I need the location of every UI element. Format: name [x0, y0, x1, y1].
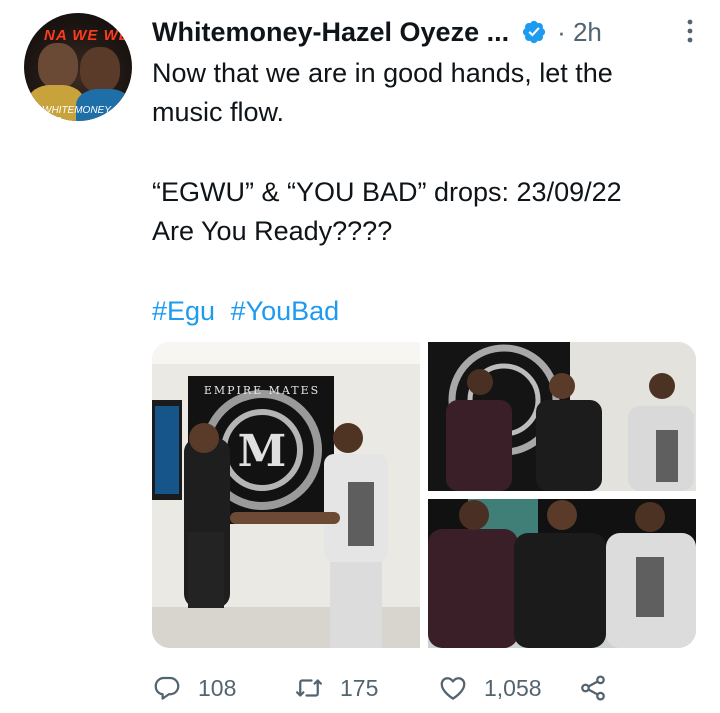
- reply-button[interactable]: 108: [152, 673, 294, 703]
- media-photo-2[interactable]: [428, 342, 696, 491]
- tweet-timestamp[interactable]: · 2h: [557, 17, 602, 48]
- tweet-line: music flow.: [152, 97, 285, 127]
- retweet-button[interactable]: 175: [294, 673, 438, 703]
- retweet-icon: [296, 679, 322, 697]
- tweet-line: Now that we are in good hands, let the: [152, 58, 613, 88]
- like-count: 1,058: [484, 674, 542, 701]
- sign-top-text: EMPIRE MATES: [204, 384, 320, 397]
- share-icon: [581, 675, 605, 701]
- sign-logo-letter: M: [238, 426, 287, 477]
- group-photo-2: [428, 499, 696, 648]
- reply-count: 108: [198, 674, 237, 701]
- more-options-icon[interactable]: [680, 16, 700, 46]
- tweet-actions: 108 175 1,058: [152, 668, 712, 708]
- media-photo-3[interactable]: [428, 499, 696, 648]
- reply-icon: [154, 676, 180, 700]
- avatar-person-left: [38, 43, 78, 89]
- handshake-photo: M EMPIRE MATES: [152, 342, 420, 648]
- tweet-header: Whitemoney-Hazel Oyeze ... · 2h: [152, 14, 700, 50]
- verified-icon: [522, 20, 546, 44]
- avatar[interactable]: NA WE WE WHITEMONEY 25:8: [24, 13, 132, 121]
- heart-icon: [440, 677, 466, 700]
- tweet-text: Now that we are in good hands, let the m…: [152, 54, 712, 331]
- hashtag-link[interactable]: #Egu: [152, 296, 215, 326]
- retweet-count: 175: [340, 674, 379, 701]
- share-button[interactable]: [578, 673, 608, 703]
- tweet-line: Are You Ready????: [152, 216, 393, 246]
- avatar-logo-text: NA WE WE: [44, 27, 130, 44]
- tweet-line: “EGWU” & “YOU BAD” drops: 23/09/22: [152, 177, 622, 207]
- hashtag-link[interactable]: #YouBad: [231, 296, 340, 326]
- media-photo-1[interactable]: M EMPIRE MATES: [152, 342, 420, 648]
- author-name[interactable]: Whitemoney-Hazel Oyeze ...: [152, 17, 509, 48]
- avatar-caption-text: WHITEMONEY 25:8: [42, 105, 111, 121]
- avatar-person-right: [80, 47, 120, 93]
- media-grid: M EMPIRE MATES: [152, 342, 696, 648]
- group-photo-1: [428, 342, 696, 491]
- like-button[interactable]: 1,058: [438, 673, 578, 703]
- hashtag-row: #Egu #YouBad: [152, 292, 712, 331]
